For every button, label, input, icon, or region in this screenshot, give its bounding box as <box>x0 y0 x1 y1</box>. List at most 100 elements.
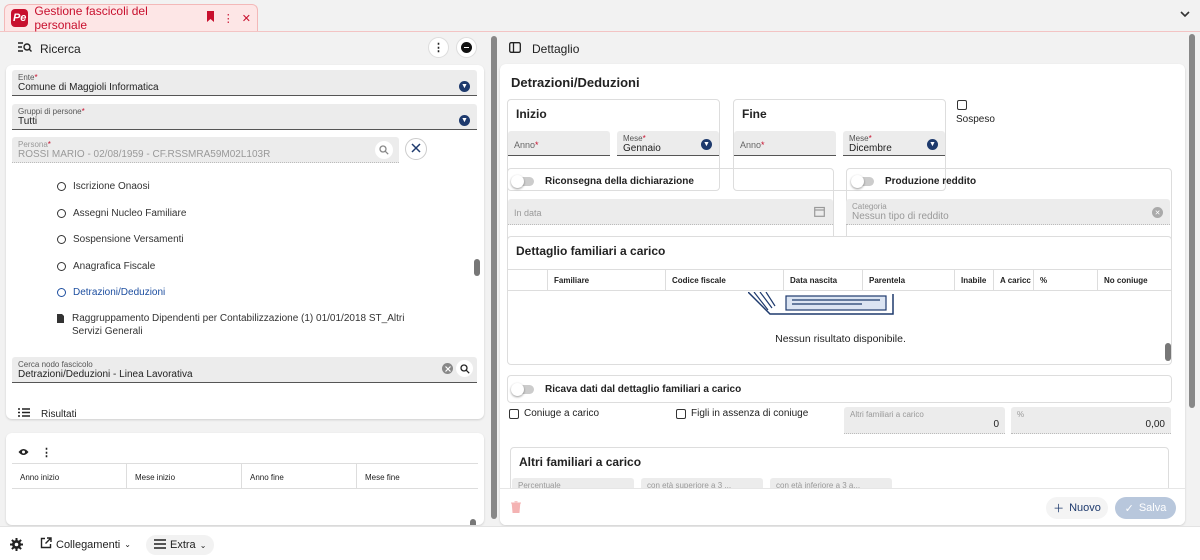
in-data-field[interactable]: In data <box>508 199 833 225</box>
close-tab-icon[interactable]: ✕ <box>242 12 251 25</box>
col-inabile[interactable]: Inabile <box>955 270 994 290</box>
radio-icon <box>57 209 66 218</box>
dropdown-icon[interactable]: ✕ <box>1152 207 1163 218</box>
col-mese-inizio[interactable]: Mese inizio <box>127 464 242 488</box>
collapse-button[interactable] <box>456 37 477 58</box>
delete-icon[interactable] <box>511 501 521 516</box>
tree-item-detrazioni[interactable]: Detrazioni/Deduzioni <box>57 287 165 298</box>
bookmark-icon[interactable] <box>206 11 215 25</box>
ente-field[interactable]: Ente* Comune di Maggioli Informatica ▼ <box>12 70 477 96</box>
fine-anno-field[interactable]: Anno* <box>734 131 836 156</box>
clear-persona-button[interactable] <box>405 138 427 160</box>
produzione-label: Produzione reddito <box>885 176 977 187</box>
close-icon <box>411 142 421 156</box>
coniuge-checkbox[interactable] <box>509 408 519 419</box>
results-header: Risultati <box>18 408 77 420</box>
gruppi-label: Gruppi di persone <box>18 107 82 116</box>
extra-button[interactable]: Extra ⌄ <box>146 535 215 555</box>
dropdown-icon[interactable]: ▼ <box>459 115 470 126</box>
col-no-coniuge[interactable]: No coniuge <box>1098 270 1171 290</box>
figli-label: Figli in assenza di coniuge <box>691 408 809 419</box>
eye-icon[interactable] <box>18 447 29 459</box>
col-anno-fine[interactable]: Anno fine <box>242 464 357 488</box>
tree-item-assegni[interactable]: Assegni Nucleo Familiare <box>57 208 186 219</box>
detail-header: Dettaglio <box>509 42 579 56</box>
nuovo-button[interactable]: ＋ Nuovo <box>1046 497 1108 519</box>
col-codice-fiscale[interactable]: Codice fiscale <box>666 270 784 290</box>
sospeso-checkbox[interactable] <box>957 100 967 110</box>
search-node-field[interactable]: Cerca nodo fascicolo Detrazioni/Deduzion… <box>12 357 477 383</box>
dropdown-icon[interactable]: ▼ <box>459 81 470 92</box>
figli-checkbox[interactable] <box>676 408 686 419</box>
minus-circle-icon <box>461 42 472 53</box>
right-panel: Dettaglio Detrazioni/Deduzioni Inizio An… <box>500 32 1200 525</box>
dropdown-icon[interactable]: ▼ <box>701 139 712 150</box>
tree-item-raggruppamento[interactable]: Raggruppamento Dipendenti per Contabiliz… <box>57 312 437 338</box>
mese-label: Mese <box>849 134 869 143</box>
tree-item-anagrafica[interactable]: Anagrafica Fiscale <box>57 261 155 272</box>
search-icon[interactable] <box>375 141 393 159</box>
figli-row[interactable]: Figli in assenza di coniuge <box>676 408 808 419</box>
familiari-scrollbar[interactable] <box>1165 343 1171 361</box>
empty-illustration <box>747 291 898 325</box>
familiari-table-header: Familiare Codice fiscale Data nascita Pa… <box>508 269 1171 291</box>
right-panel-scrollbar[interactable] <box>1189 34 1195 408</box>
tree-item-onaosi[interactable]: Iscrizione Onaosi <box>57 181 150 192</box>
anno-label: Anno <box>740 140 762 150</box>
col-percent[interactable]: % <box>1034 270 1098 290</box>
inizio-anno-field[interactable]: Anno* <box>508 131 610 156</box>
app-tab[interactable]: Pe Gestione fascicoli del personale ⋮ ✕ <box>4 4 258 32</box>
calendar-icon[interactable] <box>814 206 825 220</box>
search-title: Ricerca <box>40 41 81 56</box>
external-link-icon <box>40 537 52 552</box>
inizio-mese-value: Gennaio <box>623 143 661 154</box>
extra-label: Extra <box>170 539 196 551</box>
riconsegna-toggle-row[interactable]: Riconsegna della dichiarazione <box>511 175 694 188</box>
riconsegna-toggle[interactable] <box>511 175 534 188</box>
inizio-mese-field[interactable]: Mese* Gennaio ▼ <box>617 131 719 156</box>
more-vert-icon[interactable]: ⋮ <box>41 446 52 459</box>
radio-icon <box>57 262 66 271</box>
collegamenti-button[interactable]: Collegamenti ⌄ <box>40 537 131 552</box>
persona-field[interactable]: Persona* ROSSI MARIO - 02/08/1959 - CF.R… <box>12 137 399 163</box>
sidebar-toggle-icon[interactable] <box>509 42 521 56</box>
ricava-toggle-row[interactable]: Ricava dati dal dettaglio familiari a ca… <box>511 383 741 396</box>
familiari-empty-message: Nessun risultato disponibile. <box>775 333 906 345</box>
produzione-toggle-row[interactable]: Produzione reddito <box>851 175 977 188</box>
categoria-field[interactable]: Categoria Nessun tipo di reddito ✕ <box>846 199 1170 225</box>
col-mese-fine[interactable]: Mese fine <box>357 464 472 488</box>
detail-title: Dettaglio <box>532 42 580 56</box>
produzione-toggle[interactable] <box>851 175 874 188</box>
more-options-button[interactable]: ⋮ <box>428 37 449 58</box>
tree-item-label: Raggruppamento Dipendenti per Contabiliz… <box>72 313 405 337</box>
col-parentela[interactable]: Parentela <box>863 270 955 290</box>
left-panel-scrollbar[interactable] <box>491 36 497 519</box>
col-familiare[interactable]: Familiare <box>548 270 666 290</box>
detail-footer: ＋ Nuovo ✓ Salva <box>500 488 1185 525</box>
clear-icon[interactable] <box>442 363 453 374</box>
dropdown-icon[interactable]: ▼ <box>927 139 938 150</box>
app-logo: Pe <box>11 9 29 27</box>
gruppi-field[interactable]: Gruppi di persone* Tutti ▼ <box>12 104 477 130</box>
results-scrollbar[interactable] <box>470 519 476 525</box>
results-card: ⋮ Anno inizio Mese inizio Anno fine Mese… <box>6 433 484 525</box>
results-toolbar: ⋮ <box>18 446 52 459</box>
chevron-down-icon: ⌄ <box>199 540 207 550</box>
col-data-nascita[interactable]: Data nascita <box>784 270 863 290</box>
fine-mese-field[interactable]: Mese* Dicembre ▼ <box>843 131 945 156</box>
percent-field[interactable]: % 0,00 <box>1011 407 1171 434</box>
list-icon <box>18 408 30 420</box>
settings-gear-icon[interactable] <box>10 538 23 554</box>
col-anno-inizio[interactable]: Anno inizio <box>12 464 127 488</box>
chevron-down-icon[interactable] <box>1180 9 1190 21</box>
coniuge-row[interactable]: Coniuge a carico <box>509 408 599 419</box>
more-vert-icon: ⋮ <box>433 42 444 54</box>
search-icon[interactable] <box>456 360 473 377</box>
tree-item-sospensione[interactable]: Sospensione Versamenti <box>57 234 184 245</box>
altri-familiari-field[interactable]: Altri familiari a carico 0 <box>844 407 1005 434</box>
ricava-toggle[interactable] <box>511 383 534 396</box>
more-vert-icon[interactable]: ⋮ <box>223 12 234 25</box>
salva-button[interactable]: ✓ Salva <box>1115 497 1176 519</box>
tree-scrollbar[interactable] <box>474 259 480 276</box>
col-a-carico[interactable]: A caricc <box>994 270 1034 290</box>
